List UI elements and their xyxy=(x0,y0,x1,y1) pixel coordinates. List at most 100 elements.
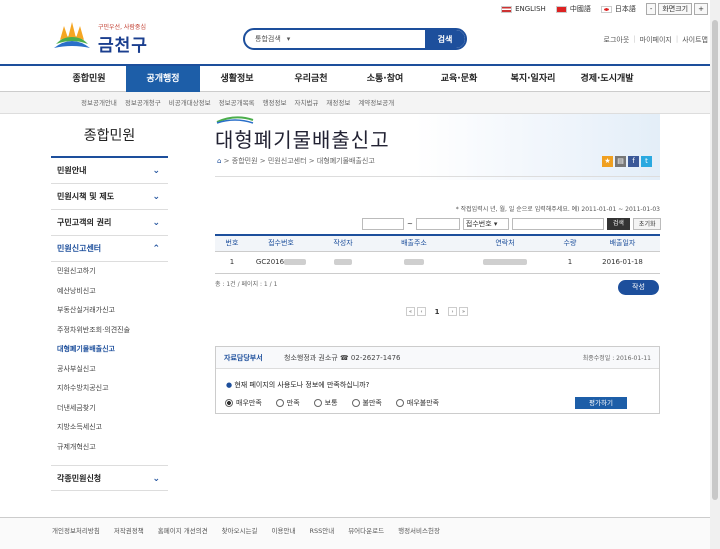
write-button[interactable]: 작성 xyxy=(618,280,659,295)
sidebar-item[interactable]: 더낸세금찾기 xyxy=(51,399,168,419)
date-end-input[interactable] xyxy=(415,218,460,230)
footer-link[interactable]: 저작권정책 xyxy=(114,525,144,549)
survey-radio-satisfied[interactable]: 만족 xyxy=(276,398,300,408)
sidebar-item[interactable]: 지하수방치공신고 xyxy=(51,379,168,399)
next-page-button[interactable]: › xyxy=(448,307,457,316)
sub-nav-item[interactable]: 정보공개안내 xyxy=(81,92,117,113)
sidebar-item[interactable]: 주정차위반조회·의견진술 xyxy=(51,321,168,341)
sidebar-item[interactable]: 지방소득세신고 xyxy=(51,418,168,438)
survey-submit-button[interactable]: 평가하기 xyxy=(575,397,627,409)
sidebar-title: 종합민원 xyxy=(51,114,168,158)
footer-link[interactable]: 행정서비스헌장 xyxy=(398,525,440,549)
field-select[interactable]: 접수번호 ▾ xyxy=(462,218,509,230)
sidebar-group-expanded[interactable]: 민원신고센터 ⌃ xyxy=(51,236,168,262)
site-logo[interactable]: 구민우선, 사람중심 금천구 xyxy=(52,20,162,56)
chevron-down-icon: ⌄ xyxy=(152,474,160,484)
first-page-button[interactable]: « xyxy=(406,307,415,316)
utility-bar: ENGLISH 中國語 日本語 - 화면크기 + xyxy=(501,3,708,15)
gnb-item[interactable]: 복지·일자리 xyxy=(496,66,570,92)
twitter-icon[interactable]: t xyxy=(641,156,652,167)
footer-link[interactable]: 찾아오시는길 xyxy=(222,525,258,549)
survey-radio-neutral[interactable]: 보통 xyxy=(314,398,338,408)
gnb-item[interactable]: 우리금천 xyxy=(274,66,348,92)
breadcrumb-item[interactable]: 종합민원 xyxy=(232,157,258,165)
search-bar: 통합검색 ▾ 검색 xyxy=(243,28,467,50)
sidebar-item[interactable]: 공사부실신고 xyxy=(51,360,168,380)
sub-nav-item[interactable]: 정보공개목록 xyxy=(219,92,255,113)
search-button[interactable]: 검색 xyxy=(425,30,465,48)
sub-nav-item[interactable]: 비공개대상정보 xyxy=(169,92,211,113)
zoom-minus-button[interactable]: - xyxy=(645,3,657,15)
row-date: 2016-01-18 xyxy=(585,251,660,274)
chinese-label: 中國語 xyxy=(569,5,591,13)
updated-date: 최종수정일 : 2016-01-11 xyxy=(582,355,651,362)
gnb-item[interactable]: 생활정보 xyxy=(200,66,274,92)
sidebar-group[interactable]: 각종민원신청 ⌄ xyxy=(51,465,168,491)
scrollbar[interactable] xyxy=(710,0,720,549)
sub-navigation: 정보공개안내 정보공개청구 비공개대상정보 정보공개목록 행정정보 자치법규 재… xyxy=(0,92,720,114)
logout-link[interactable]: 로그아웃 xyxy=(604,35,630,45)
filter-search-button[interactable]: 검색 xyxy=(606,218,630,230)
keyword-input[interactable] xyxy=(511,218,604,230)
facebook-icon[interactable]: f xyxy=(628,156,639,167)
prev-page-button[interactable]: ‹ xyxy=(417,307,426,316)
search-input[interactable] xyxy=(305,35,425,43)
footer-link[interactable]: RSS안내 xyxy=(309,525,334,549)
mypage-link[interactable]: 마이페이지 xyxy=(640,35,672,45)
survey-radio-very-dissatisfied[interactable]: 매우불만족 xyxy=(396,398,439,408)
sidebar-group[interactable]: 민원안내 ⌄ xyxy=(51,158,168,184)
sidebar-item[interactable]: 부동산실거래가신고 xyxy=(51,301,168,321)
search-scope-select[interactable]: 통합검색 ▾ xyxy=(245,34,305,44)
sub-nav-item[interactable]: 행정정보 xyxy=(263,92,287,113)
gnb-item-active[interactable]: 공개행정 xyxy=(126,66,200,92)
current-page[interactable]: 1 xyxy=(428,308,446,316)
sidebar-group-label: 민원시책 및 제도 xyxy=(57,192,115,201)
check-icon: ● xyxy=(226,381,233,389)
print-icon[interactable]: ▤ xyxy=(615,156,626,167)
sitemap-link[interactable]: 사이트맵 xyxy=(682,35,708,45)
sidebar-item[interactable]: 예산낭비신고 xyxy=(51,282,168,302)
sidebar-item-active[interactable]: 대형폐기물배출신고 xyxy=(51,340,168,360)
english-link[interactable]: ENGLISH xyxy=(501,5,546,13)
top-links: 로그아웃 | 마이페이지 | 사이트맵 xyxy=(603,35,708,45)
sidebar-item[interactable]: 민원신고하기 xyxy=(51,262,168,282)
star-icon[interactable]: ★ xyxy=(602,156,613,167)
redacted-text xyxy=(483,259,527,265)
footer-link[interactable]: 개인정보처리방침 xyxy=(52,525,100,549)
gnb-item[interactable]: 교육·문화 xyxy=(422,66,496,92)
date-start-input[interactable] xyxy=(362,218,404,230)
gnb-item[interactable]: 종합민원 xyxy=(52,66,126,92)
row-receipt[interactable]: GC2016 xyxy=(249,251,313,274)
last-page-button[interactable]: » xyxy=(459,307,468,316)
footer-links: 개인정보처리방침 저작권정책 홈페이지 개선의견 찾아오시는길 이용안내 RSS… xyxy=(0,517,720,549)
footer-link[interactable]: 홈페이지 개선의견 xyxy=(158,525,208,549)
sub-nav-item[interactable]: 재정정보 xyxy=(326,92,350,113)
sidebar-item[interactable]: 규제개혁신고 xyxy=(51,438,168,458)
gnb-item[interactable]: 소통·참여 xyxy=(348,66,422,92)
japanese-link[interactable]: 日本語 xyxy=(600,4,636,14)
zoom-plus-button[interactable]: + xyxy=(694,3,708,15)
survey-radio-very-satisfied[interactable]: 매우만족 xyxy=(225,398,262,408)
chinese-link[interactable]: 中國語 xyxy=(555,4,591,14)
column-header: 수량 xyxy=(555,235,585,252)
china-flag-icon xyxy=(555,5,567,13)
scrollbar-thumb[interactable] xyxy=(712,20,718,500)
sidebar-group[interactable]: 민원시책 및 제도 ⌄ xyxy=(51,184,168,210)
footer-link[interactable]: 뷰어다운로드 xyxy=(348,525,384,549)
us-flag-icon xyxy=(501,5,513,13)
breadcrumb-item[interactable]: 민원신고센터 xyxy=(268,157,307,165)
reset-button[interactable]: 초기화 xyxy=(632,218,662,230)
sidebar-group[interactable]: 구민고객의 권리 ⌄ xyxy=(51,210,168,236)
gnb-item[interactable]: 경제·도시개발 xyxy=(570,66,644,92)
sub-nav-item[interactable]: 자치법규 xyxy=(294,92,318,113)
survey-radio-dissatisfied[interactable]: 불만족 xyxy=(352,398,382,408)
row-contact xyxy=(455,251,555,274)
zoom-reset-button[interactable]: 화면크기 xyxy=(658,3,693,15)
row-author xyxy=(313,251,373,274)
geumcheon-logo-icon xyxy=(54,22,90,48)
sub-nav-item[interactable]: 정보공개청구 xyxy=(125,92,161,113)
footer-link[interactable]: 이용안내 xyxy=(272,525,296,549)
home-icon[interactable]: ⌂ xyxy=(217,157,221,165)
table-row[interactable]: 1 GC2016 1 2016-01-18 xyxy=(215,251,660,274)
sub-nav-item[interactable]: 계약정보공개 xyxy=(358,92,394,113)
